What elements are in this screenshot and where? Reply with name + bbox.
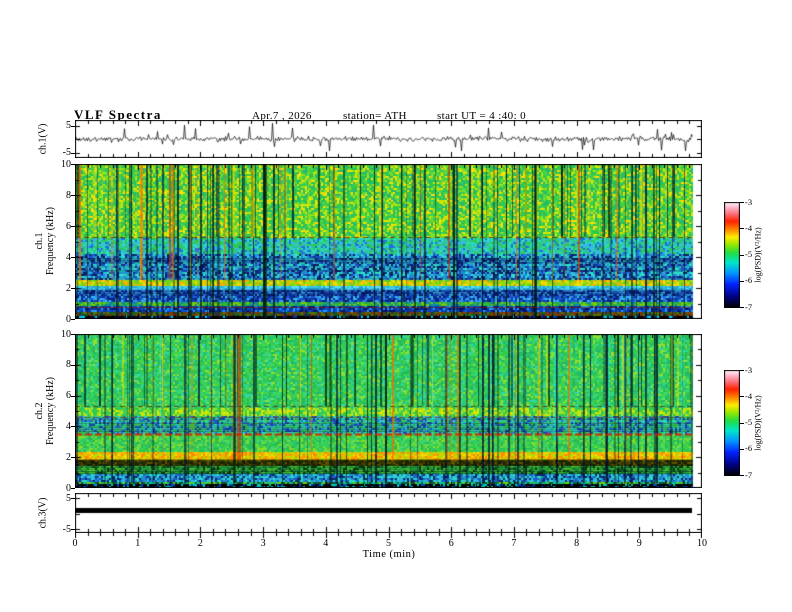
y-tick-label: 5 xyxy=(66,120,71,131)
y-tick-label: 5 xyxy=(66,492,71,504)
ch1-spectrogram-ylabel-channel: ch.1 xyxy=(34,232,45,250)
x-tick-label: 8 xyxy=(574,538,580,549)
x-tick-label: 10 xyxy=(697,538,707,549)
ch1-waveform-panel xyxy=(75,120,702,158)
tick-mark xyxy=(740,281,744,282)
ch1-waveform-canvas xyxy=(75,120,702,158)
y-tick-label: 4 xyxy=(66,420,71,432)
x-tick-label: 4 xyxy=(323,538,329,549)
ch1-spectrogram-ylabel-unit: Frequency (kHz) xyxy=(45,206,56,276)
ch1-spectrogram-ylabel: ch.1 Frequency (kHz) xyxy=(34,207,56,275)
tick-mark xyxy=(71,153,75,154)
y-tick-label: 8 xyxy=(66,189,71,201)
tick-mark xyxy=(71,426,75,427)
tick-mark xyxy=(71,365,75,366)
ch2-colorbar xyxy=(724,370,740,476)
tick-mark xyxy=(71,164,75,165)
x-tick-label: 7 xyxy=(511,538,517,549)
tick-mark xyxy=(71,457,75,458)
y-tick-label: 10 xyxy=(61,158,71,170)
y-tick-label: 6 xyxy=(66,220,71,232)
x-tick-label: 0 xyxy=(72,538,78,549)
tick-mark xyxy=(740,202,744,203)
tick-mark xyxy=(740,475,744,476)
x-tick-label: 3 xyxy=(260,538,266,549)
tick-mark xyxy=(71,334,75,335)
tick-mark xyxy=(71,257,75,258)
y-tick-label: 6 xyxy=(66,390,71,402)
vlf-spectra-figure: VLF Spectra Apr.7 , 2026 station= ATH st… xyxy=(0,0,792,612)
y-tick-label: 2 xyxy=(66,451,71,463)
colorbar-tick-label: -3 xyxy=(745,196,753,207)
tick-mark xyxy=(71,288,75,289)
y-tick-label: -5 xyxy=(62,523,71,535)
colorbar-tick-label: -6 xyxy=(745,443,753,454)
tick-mark xyxy=(71,319,75,320)
colorbar-tick-label: -4 xyxy=(745,390,753,401)
ch2-spectrogram-ylabel: ch.2 Frequency (kHz) xyxy=(34,377,56,445)
tick-mark xyxy=(740,307,744,308)
colorbar-tick-label: -7 xyxy=(745,301,753,312)
time-axis-label: Time (min) xyxy=(362,549,416,560)
tick-mark xyxy=(740,449,744,450)
tick-mark xyxy=(740,228,744,229)
ch1-colorbar-unit-label: log(PSD)(V²/Hz) xyxy=(753,227,763,283)
colorbar-tick-label: -7 xyxy=(745,469,753,480)
colorbar-tick-label: -3 xyxy=(745,364,753,375)
x-tick-label: 9 xyxy=(636,538,642,549)
tick-mark xyxy=(740,370,744,371)
y-tick-label: 8 xyxy=(66,359,71,371)
ch1-colorbar xyxy=(724,202,740,308)
x-tick-label: 6 xyxy=(448,538,454,549)
tick-mark xyxy=(71,498,75,499)
y-tick-label: 0 xyxy=(66,313,71,325)
ch1-colorbar-canvas xyxy=(724,202,740,308)
ch2-spectrogram-panel xyxy=(75,334,702,488)
y-tick-label: 10 xyxy=(61,328,71,340)
x-tick-label: 1 xyxy=(135,538,141,549)
tick-mark xyxy=(71,226,75,227)
y-tick-label: 2 xyxy=(66,282,71,294)
colorbar-tick-label: -6 xyxy=(745,275,753,286)
tick-mark xyxy=(71,396,75,397)
ch2-spectrogram-canvas xyxy=(75,334,702,488)
tick-mark xyxy=(71,126,75,127)
tick-mark xyxy=(740,255,744,256)
tick-mark xyxy=(71,195,75,196)
ch3-waveform-canvas xyxy=(75,493,702,533)
colorbar-tick-label: -5 xyxy=(745,249,753,259)
x-tick-label: 5 xyxy=(386,538,391,549)
y-tick-label: -5 xyxy=(62,147,71,158)
colorbar-tick-label: -4 xyxy=(745,222,753,233)
y-tick-label: 0 xyxy=(66,482,71,494)
ch2-spectrogram-ylabel-channel: ch.2 xyxy=(34,402,45,420)
tick-mark xyxy=(740,396,744,397)
tick-mark xyxy=(71,529,75,530)
ch3-waveform-panel xyxy=(75,493,702,533)
ch2-colorbar-canvas xyxy=(724,370,740,476)
tick-mark xyxy=(740,423,744,424)
ch1-spectrogram-panel xyxy=(75,164,702,319)
ch2-colorbar-unit-label: log(PSD)(V²/Hz) xyxy=(753,395,763,451)
y-tick-label: 4 xyxy=(66,251,71,263)
ch1-spectrogram-canvas xyxy=(75,164,702,319)
tick-mark xyxy=(71,488,75,489)
colorbar-tick-label: -5 xyxy=(745,417,753,427)
x-tick-label: 2 xyxy=(197,538,203,549)
ch2-spectrogram-ylabel-unit: Frequency (kHz) xyxy=(45,376,56,446)
